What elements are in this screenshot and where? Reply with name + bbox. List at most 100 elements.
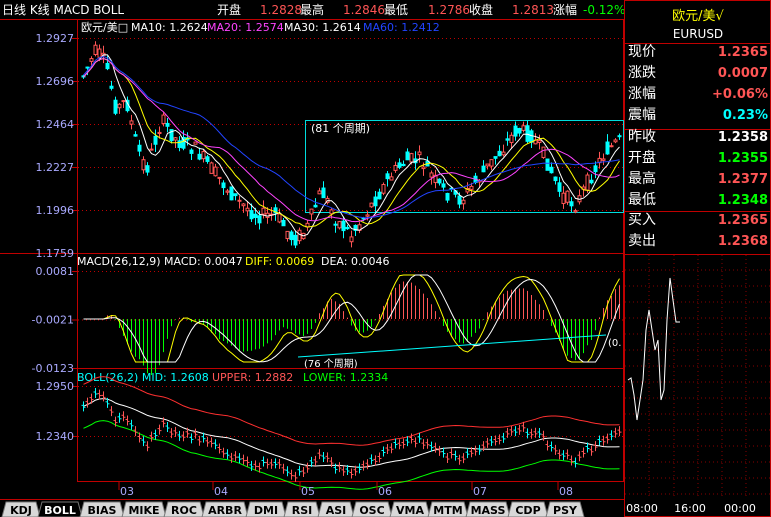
candle-body [141,159,146,171]
intraday-mini-chart[interactable] [625,255,770,499]
candle-body [157,131,162,134]
candle-body [293,234,298,246]
indicator-tab-bar: KDJ BOLL BIAS MIKE ROC ARBR DMI RSI ASI OSC VMA MTM… [1,501,585,517]
tab-asi[interactable]: ASI [317,501,355,517]
tab-label: VMA [396,504,424,517]
high-label: 最高 [300,2,324,17]
candle-body [349,236,354,243]
tab-label: MASS [471,504,506,517]
ma10-label: MA10: 1.2624 [131,21,208,34]
time-tick-label: 16:00 [674,502,706,515]
right-quote-panel: 欧元/美√ EURUSD 现价 1.2365 涨跌 0.0007 涨幅 +0.06% 震幅 0… [624,0,771,517]
quote-row-label: 昨收 [628,129,656,145]
quote-row-label: 开盘 [628,149,656,166]
x-tick-label: 04 [214,485,228,498]
macd-trend-end-label: (0. [608,338,621,349]
y-tick-label: 1.2696 [36,75,75,88]
low-value: 1.2786 [428,3,470,17]
y-tick-label: 1.2464 [36,118,75,131]
chart-canvas[interactable]: 日线 K线 MACD BOLL 开盘 1.2828 最高 1.2846 最低 1… [0,0,771,517]
tab-boll[interactable]: BOLL [37,501,83,517]
ma60-label: MA60: 1.2412 [363,21,440,34]
candle-body [285,230,290,240]
boll-y-axis: 1.2950 1.2340 [36,380,77,443]
close-value: 1.2813 [512,3,554,17]
candle-body [105,62,110,70]
tab-mtm[interactable]: MTM [427,501,469,517]
tab-osc[interactable]: OSC [351,501,393,517]
candle-body [369,202,374,208]
quote-row-label: 涨跌 [628,65,656,81]
ma20-label: MA20: 1.2574 [207,21,284,34]
candle-body [253,213,258,218]
candle-body [117,103,122,109]
kline-y-axis: 1.2927 1.2696 1.2464 1.2227 1.1996 1.1759 [36,32,77,260]
tab-kdj[interactable]: KDJ [1,501,41,517]
tab-mass[interactable]: MASS [465,501,511,517]
macd-diff-label: DIFF: 0.0069 [245,255,314,268]
quote-row-value: 1.2368 [718,234,768,249]
candle-body [221,182,226,189]
tab-vma[interactable]: VMA [389,501,431,517]
candle-body [569,201,574,207]
tab-rsi[interactable]: RSI [283,501,321,517]
tab-label: BIAS [88,504,117,517]
candle-body [373,196,378,207]
intraday-price-line [627,277,680,421]
quote-row-value: 1.2348 [718,193,768,208]
candle-body [593,165,598,173]
top-quote-bar: 开盘 1.2828 最高 1.2846 最低 1.2786 收盘 1.2813 … [217,2,625,17]
quote-row-value: 1.2377 [718,172,768,187]
candle-body [517,128,522,134]
tab-roc[interactable]: ROC [163,501,205,517]
candle-body [589,179,594,184]
tab-arbr[interactable]: ARBR [201,501,249,517]
tab-bias[interactable]: BIAS [79,501,125,517]
candle-body [505,138,510,141]
candle-body [189,149,194,154]
candle-body [553,176,558,182]
tab-psy[interactable]: PSY [545,501,585,517]
candle-body [229,186,234,201]
candle-body [385,173,390,180]
quote-row-label: 涨幅 [628,86,656,102]
x-tick-label: 03 [120,485,134,498]
quote-row-label: 卖出 [628,233,656,249]
candle-body [261,207,266,215]
candle-body [509,134,514,144]
tab-label: ASI [326,504,347,517]
candle-body [541,146,546,158]
candle-body [205,156,210,162]
candle-body [109,85,114,89]
candle-body [281,219,286,227]
tab-mike[interactable]: MIKE [121,501,167,517]
quote-row-value: 0.23% [723,108,768,123]
candle-body [537,140,542,143]
tab-cdp[interactable]: CDP [507,501,549,517]
open-value: 1.2828 [260,3,302,17]
macd-trend-line[interactable] [297,334,607,358]
tab-label: CDP [515,504,540,517]
candle-body [469,185,474,190]
y-tick-label: 0.0081 [36,265,75,278]
high-value: 1.2846 [343,3,385,17]
tab-dmi[interactable]: DMI [245,501,287,517]
candle-body [493,156,498,159]
quote-row-value: +0.06% [712,87,768,102]
instrument-code: EURUSD [673,27,723,41]
symbol-label: 欧元/美□ [81,21,128,34]
candle-body [225,190,230,193]
ma30-label: MA30: 1.2614 [284,21,361,34]
tab-label: MIKE [128,504,159,517]
candle-body [201,151,206,160]
candle-body [481,165,486,173]
candle-body [377,191,382,200]
candle-body [401,163,406,167]
candle-body [489,159,494,167]
candle-body [549,166,554,174]
candle-body [609,145,614,148]
candle-body [85,66,90,69]
candle-body [129,120,134,125]
quote-row-value: 0.0007 [718,66,768,81]
candle-body [173,137,178,141]
